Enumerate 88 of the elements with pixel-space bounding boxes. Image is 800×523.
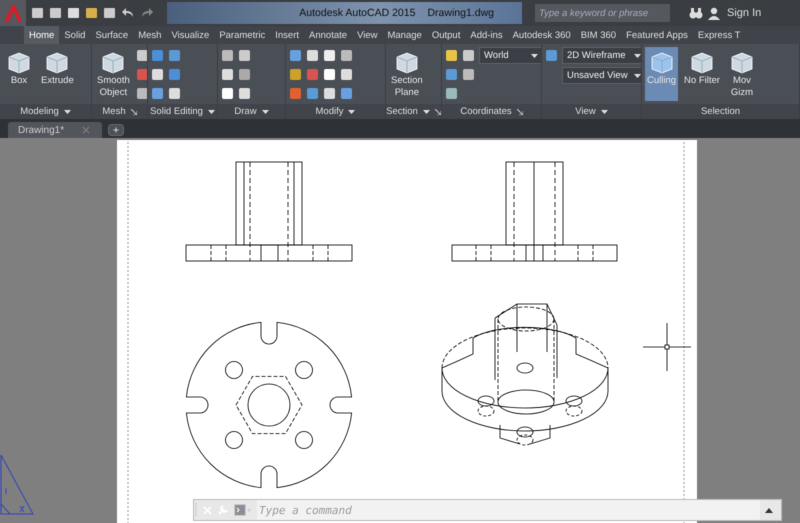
toolbar-icon[interactable] <box>67 7 80 19</box>
caret-icon <box>634 54 641 58</box>
dropdown[interactable]: 2D Wireframe <box>562 47 641 64</box>
ribbon-button[interactable]: No Filter <box>682 47 722 101</box>
tool-icon[interactable] <box>340 68 353 81</box>
ribbon-tab[interactable]: Express T <box>692 26 746 44</box>
ribbon-button[interactable]: Smooth Object <box>95 47 132 101</box>
app-title: Autodesk AutoCAD 2015 <box>299 7 416 19</box>
panel-title[interactable]: Modify <box>316 106 344 117</box>
command-prompt-icon[interactable] <box>234 504 252 516</box>
launcher-arrow-icon[interactable] <box>130 108 137 114</box>
grip-icon <box>194 502 198 518</box>
caret-icon <box>531 54 538 58</box>
ribbon-tab[interactable]: BIM 360 <box>576 26 622 44</box>
toolbar-icon[interactable] <box>49 7 62 19</box>
ribbon-button[interactable]: Extrude <box>39 47 76 101</box>
tool-icon[interactable] <box>462 68 475 81</box>
tool-icon[interactable] <box>462 49 475 62</box>
ribbon-tab[interactable]: Insert <box>270 26 304 44</box>
command-input[interactable]: Type a command <box>257 500 760 520</box>
tool-icon[interactable] <box>221 87 234 100</box>
new-tab-icon[interactable] <box>108 124 124 136</box>
tool-icon[interactable] <box>289 68 302 81</box>
caret-icon[interactable] <box>348 110 356 114</box>
tool-icon[interactable] <box>238 49 251 62</box>
panel-title[interactable]: Mesh <box>102 106 126 117</box>
expand-up-icon[interactable] <box>765 508 773 512</box>
tool-icon[interactable] <box>221 49 234 62</box>
document-tab[interactable]: Drawing1* <box>8 122 102 138</box>
ribbon-tab[interactable]: Output <box>426 26 466 44</box>
caret-icon[interactable] <box>600 110 608 114</box>
toolbar-icon[interactable] <box>103 7 116 19</box>
tool-icon[interactable] <box>151 68 164 81</box>
tool-icon[interactable] <box>445 49 458 62</box>
tool-icon[interactable] <box>323 87 336 100</box>
redo-icon[interactable] <box>140 7 154 19</box>
ribbon-tab[interactable]: Autodesk 360 <box>508 26 576 44</box>
caret-icon[interactable] <box>64 110 71 114</box>
dropdown[interactable]: Unsaved View <box>562 67 641 84</box>
ribbon-button[interactable]: Section Plane <box>389 47 425 101</box>
ucs-icon <box>0 454 34 514</box>
panel-title[interactable]: Coordinates <box>460 106 512 117</box>
toolbar-icon[interactable] <box>31 7 44 19</box>
tool-icon[interactable] <box>323 68 336 81</box>
ribbon-tab[interactable]: Visualize <box>166 26 214 44</box>
search-field[interactable]: Type a keyword or phrase <box>535 4 670 22</box>
ribbon-tab[interactable]: Home <box>24 26 60 44</box>
panel-title[interactable]: Selection <box>700 106 740 117</box>
panel-title[interactable]: Draw <box>234 106 257 117</box>
ribbon-tab[interactable]: Manage <box>382 26 427 44</box>
caret-icon[interactable] <box>262 110 269 114</box>
tool-icon[interactable] <box>323 49 336 62</box>
ribbon-tab[interactable]: Featured Apps <box>621 26 693 44</box>
user-icon[interactable] <box>708 6 720 20</box>
undo-icon[interactable] <box>121 7 135 19</box>
launcher-arrow-icon[interactable] <box>434 108 441 114</box>
panel-title[interactable]: Solid Editing <box>150 106 203 117</box>
sign-in-button[interactable]: Sign In <box>725 7 764 19</box>
tool-icon[interactable] <box>136 49 147 62</box>
panel-title[interactable]: View <box>575 106 596 117</box>
tool-icon[interactable] <box>340 49 353 62</box>
ribbon-tab[interactable]: Solid <box>59 26 90 44</box>
panel-title[interactable]: Modeling <box>20 106 59 117</box>
file-name: Drawing1.dwg <box>427 7 494 19</box>
tool-icon[interactable] <box>238 87 251 100</box>
launcher-arrow-icon[interactable] <box>516 108 523 114</box>
tool-icon[interactable] <box>136 87 147 100</box>
ribbon-tab[interactable]: View <box>352 26 382 44</box>
dropdown[interactable]: World <box>479 47 541 64</box>
caret-icon[interactable] <box>422 110 430 114</box>
tool-icon[interactable] <box>238 68 251 81</box>
crosshair-cursor-icon <box>642 322 692 372</box>
ribbon-tab[interactable]: Add-ins <box>465 26 508 44</box>
ribbon-tab[interactable]: Surface <box>90 26 134 44</box>
tool-icon[interactable] <box>168 87 181 100</box>
ribbon-button[interactable]: Mov Gizm <box>726 47 758 101</box>
ribbon-button[interactable]: Box <box>3 47 35 101</box>
ribbon-tab[interactable]: Parametric <box>214 26 270 44</box>
tool-icon[interactable] <box>445 87 458 100</box>
tool-icon[interactable] <box>306 49 319 62</box>
toolbar-icon[interactable] <box>85 7 98 19</box>
ribbon-tab[interactable]: Mesh <box>133 26 166 44</box>
panel-title[interactable]: Section <box>386 106 418 117</box>
tool-icon[interactable] <box>221 68 234 81</box>
ribbon-tab[interactable]: Annotate <box>304 26 352 44</box>
caret-icon[interactable] <box>208 110 215 114</box>
caret-icon <box>634 74 641 78</box>
binoculars-icon[interactable] <box>689 7 703 19</box>
